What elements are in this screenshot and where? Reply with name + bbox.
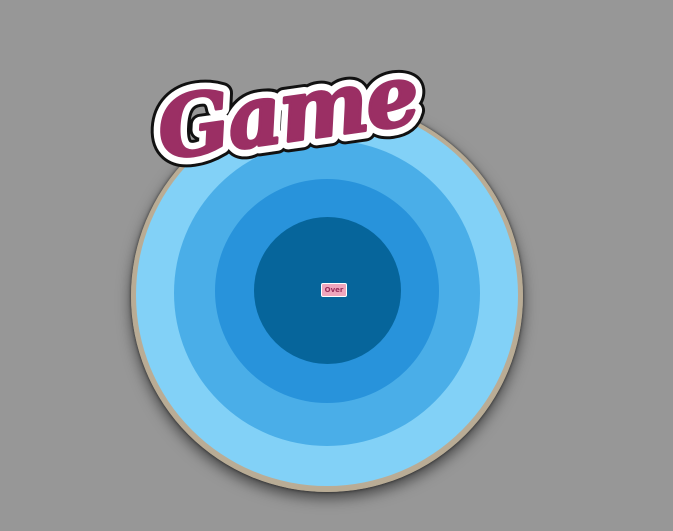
game-title-text: Game [152, 44, 424, 178]
game-title-logo: Game Game Game [141, 33, 435, 189]
game-screen: Over Game Game Game [0, 0, 673, 531]
center-badge: Over [321, 283, 347, 297]
center-badge-label: Over [324, 285, 344, 294]
